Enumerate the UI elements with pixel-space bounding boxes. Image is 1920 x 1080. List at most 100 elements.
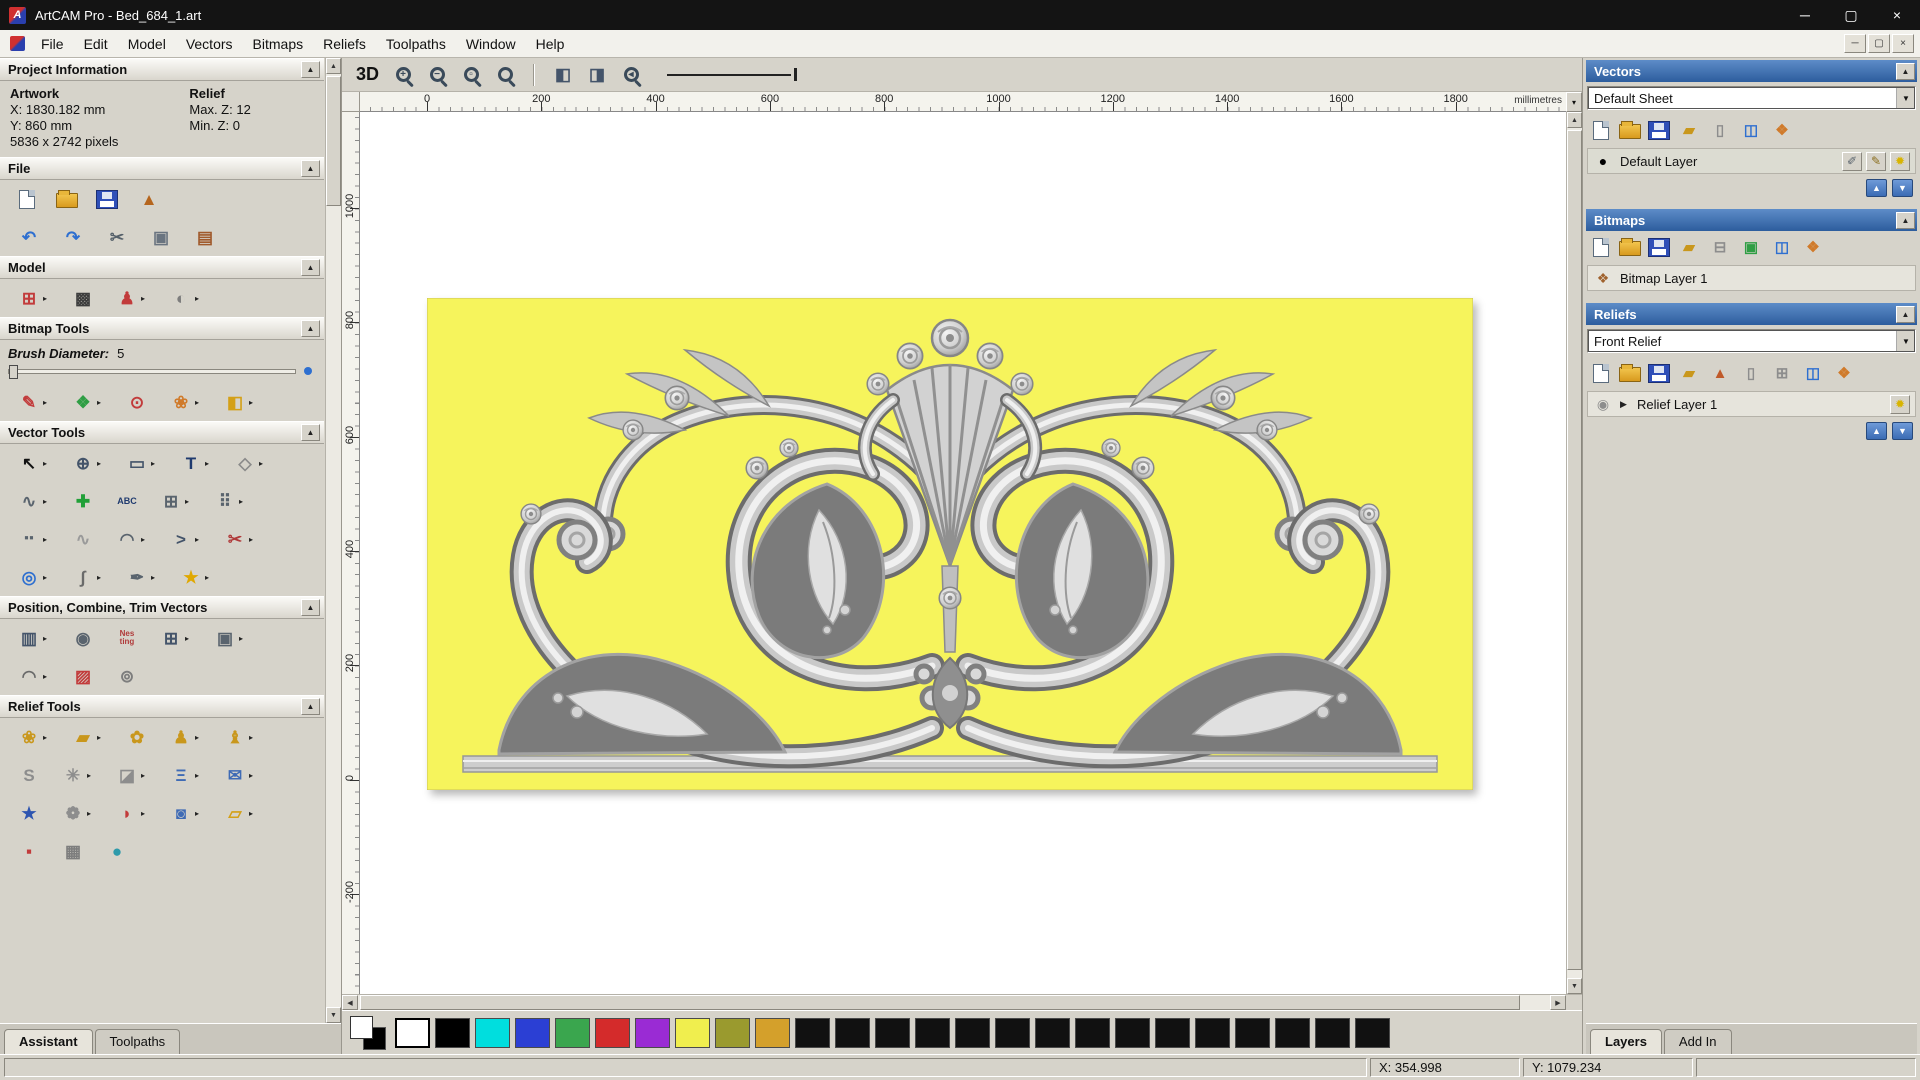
close-button[interactable]: × bbox=[1874, 0, 1920, 30]
palette-swatch[interactable] bbox=[635, 1017, 670, 1048]
save-bitmap-layer-button[interactable] bbox=[1648, 237, 1670, 257]
layer-visibility-icon[interactable]: ✹ bbox=[1890, 151, 1910, 171]
relief-page-button[interactable]: ▯ bbox=[1739, 362, 1763, 384]
palette-button[interactable]: ❀ ▸ bbox=[168, 390, 204, 414]
profile-button[interactable]: S bbox=[16, 763, 42, 787]
new-bitmap-layer-button[interactable] bbox=[1590, 237, 1612, 257]
section-header-bitmap[interactable]: Bitmap Tools ▲ bbox=[0, 317, 324, 340]
scrollbar-track[interactable] bbox=[326, 74, 341, 1007]
palette-swatch[interactable] bbox=[835, 1017, 870, 1048]
collapse-arrow-icon[interactable]: ▲ bbox=[301, 424, 320, 441]
merge-relief-layers-button[interactable]: ❖ bbox=[1832, 362, 1856, 384]
import-bitmap-button[interactable]: ▰ bbox=[1677, 236, 1701, 258]
model-figure-button[interactable]: ♟ ▸ bbox=[114, 286, 150, 310]
nesting-button[interactable]: Nes ting bbox=[114, 626, 140, 650]
add-relief-button[interactable]: ♟ ▸ bbox=[168, 725, 204, 749]
wrap-vectors-button[interactable]: ◎ ▸ bbox=[16, 565, 52, 589]
flood-fill-button[interactable]: ◧ ▸ bbox=[222, 390, 258, 414]
create-dots-button[interactable]: ⠒ ▸ bbox=[16, 527, 52, 551]
transform-vectors-button[interactable]: ⊕ ▸ bbox=[70, 451, 106, 475]
scroll-down-icon[interactable]: ▼ bbox=[1567, 978, 1582, 994]
shape-editor-button[interactable]: ❀ ▸ bbox=[16, 725, 52, 749]
scroll-down-icon[interactable]: ▼ bbox=[326, 1007, 341, 1023]
redo-button[interactable]: ↷ bbox=[60, 225, 86, 249]
rotate-copy-button[interactable]: ▣ ▸ bbox=[212, 626, 248, 650]
create-rectangle-button[interactable]: ▭ ▸ bbox=[124, 451, 160, 475]
section-header-project-information[interactable]: Project Information ▲ bbox=[0, 58, 324, 81]
fillet-tool-button[interactable]: ◠ ▸ bbox=[16, 664, 52, 688]
open-bitmap-layer-button[interactable] bbox=[1619, 237, 1641, 256]
palette-swatch[interactable] bbox=[1115, 1017, 1150, 1048]
import-model-button[interactable]: ▲ bbox=[136, 187, 162, 211]
collapse-arrow-icon[interactable]: ▲ bbox=[1896, 305, 1915, 323]
palette-swatch[interactable] bbox=[1315, 1017, 1350, 1048]
mdi-close-button[interactable]: × bbox=[1892, 34, 1914, 53]
relief-grid-button[interactable]: ⊞ bbox=[1770, 362, 1794, 384]
collapse-arrow-icon[interactable]: ▲ bbox=[301, 160, 320, 177]
bitmap-image-button[interactable]: ▣ bbox=[1739, 236, 1763, 258]
open-vector-layer-button[interactable] bbox=[1619, 120, 1641, 139]
angel-relief-button[interactable]: ♝ ▸ bbox=[222, 725, 258, 749]
free-polyline-button[interactable]: ∿ bbox=[70, 527, 96, 551]
minimize-button[interactable]: ─ bbox=[1782, 0, 1828, 30]
scroll-up-icon[interactable]: ▲ bbox=[1567, 112, 1582, 128]
canvas-vertical-scrollbar[interactable]: ▲ ▼ bbox=[1566, 112, 1582, 994]
circular-copy-button[interactable]: ◉ bbox=[70, 626, 96, 650]
create-star-button[interactable]: ★ ▸ bbox=[178, 565, 214, 589]
palette-swatch[interactable] bbox=[795, 1017, 830, 1048]
create-text-button[interactable]: T ▸ bbox=[178, 451, 214, 475]
section-header-reliefs[interactable]: Reliefs ▲ bbox=[1586, 303, 1917, 325]
line-preview-slider[interactable] bbox=[667, 65, 798, 85]
copy-button[interactable]: ▣ bbox=[148, 225, 174, 249]
model-lighting-button[interactable]: ◐ ▸ bbox=[168, 286, 204, 310]
open-relief-layer-button[interactable] bbox=[1619, 363, 1641, 382]
extrude-button[interactable]: ◪ ▸ bbox=[114, 763, 150, 787]
zoom-sheet-button[interactable]: ◨ bbox=[583, 61, 611, 89]
scrollbar-track[interactable] bbox=[358, 995, 1550, 1010]
menu-reliefs[interactable]: Reliefs bbox=[313, 31, 376, 57]
new-relief-layer-button[interactable] bbox=[1590, 363, 1612, 383]
delete-relief-layer-button[interactable]: ◫ bbox=[1801, 362, 1825, 384]
palette-swatch[interactable] bbox=[1235, 1017, 1270, 1048]
node-editing-button[interactable]: ✚ bbox=[70, 489, 96, 513]
palette-swatch[interactable] bbox=[1275, 1017, 1310, 1048]
palette-swatch[interactable] bbox=[715, 1017, 750, 1048]
close-vector-button[interactable]: ✒ ▸ bbox=[124, 565, 160, 589]
edit-layer-icon[interactable]: ✎ bbox=[1866, 151, 1886, 171]
weave-wizard-button[interactable]: ✳ ▸ bbox=[60, 763, 96, 787]
merge-vector-layers-button[interactable]: ❖ bbox=[1770, 119, 1794, 141]
palette-swatch[interactable] bbox=[1035, 1017, 1070, 1048]
palette-swatch[interactable] bbox=[1155, 1017, 1190, 1048]
move-layer-down-button[interactable]: ▼ bbox=[1892, 179, 1913, 197]
undo-button[interactable]: ↶ bbox=[16, 225, 42, 249]
scrollbar-thumb[interactable] bbox=[326, 76, 341, 206]
fit-curve-button[interactable]: ∫ ▸ bbox=[70, 565, 106, 589]
relief-layer-row[interactable]: ◉ ▶ Relief Layer 1 ✹ bbox=[1587, 391, 1916, 417]
measure-button[interactable]: ◇ ▸ bbox=[232, 451, 268, 475]
dropdown-arrow-icon[interactable]: ▼ bbox=[1896, 330, 1915, 352]
menu-edit[interactable]: Edit bbox=[74, 31, 118, 57]
paint-selective-button[interactable]: ❖ ▸ bbox=[70, 390, 106, 414]
scrollbar-thumb[interactable] bbox=[360, 995, 1520, 1010]
mdi-minimize-button[interactable]: ─ bbox=[1844, 34, 1866, 53]
new-vector-layer-button[interactable] bbox=[1590, 120, 1612, 140]
collapse-arrow-icon[interactable]: ▲ bbox=[301, 259, 320, 276]
canvas-horizontal-scrollbar[interactable]: ◀ ▶ bbox=[342, 994, 1582, 1010]
collapse-arrow-icon[interactable]: ▲ bbox=[301, 698, 320, 715]
menu-bitmaps[interactable]: Bitmaps bbox=[243, 31, 314, 57]
create-arc-button[interactable]: > ▸ bbox=[168, 527, 204, 551]
align-vectors-button[interactable]: ▥ ▸ bbox=[16, 626, 52, 650]
section-header-file[interactable]: File ▲ bbox=[0, 157, 324, 180]
save-model-button[interactable] bbox=[96, 189, 118, 209]
brush-diameter-slider[interactable] bbox=[8, 364, 296, 379]
collapse-arrow-icon[interactable]: ▲ bbox=[1896, 211, 1915, 229]
ruler-dropdown-icon[interactable]: ▾ bbox=[1566, 92, 1582, 112]
cut-button[interactable]: ✂ bbox=[104, 225, 130, 249]
section-header-model[interactable]: Model ▲ bbox=[0, 256, 324, 279]
reliefs-selector[interactable]: Front Relief ▼ bbox=[1587, 329, 1916, 353]
select-vectors-button[interactable]: ↖ ▸ bbox=[16, 451, 52, 475]
palette-swatch[interactable] bbox=[915, 1017, 950, 1048]
move-layer-down-button[interactable]: ▼ bbox=[1892, 422, 1913, 440]
palette-swatch[interactable] bbox=[435, 1017, 470, 1048]
drawing-canvas[interactable] bbox=[360, 112, 1566, 994]
